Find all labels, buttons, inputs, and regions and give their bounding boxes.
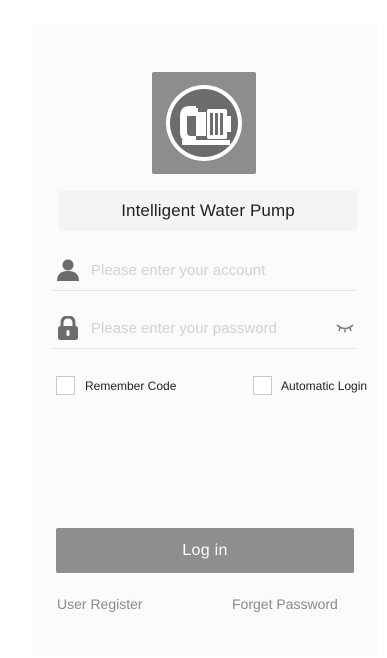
automatic-login-checkbox[interactable]: [253, 376, 272, 395]
water-pump-icon: [152, 72, 256, 174]
user-icon: [55, 257, 81, 283]
lock-icon: [55, 315, 81, 341]
account-field: [52, 250, 356, 291]
remember-code-label: Remember Code: [85, 378, 177, 393]
login-screen: Intelligent Water Pump Please enter your…: [0, 0, 387, 658]
remember-code-checkbox[interactable]: [56, 376, 75, 395]
app-title: Intelligent Water Pump: [121, 201, 295, 220]
password-input[interactable]: [91, 319, 311, 337]
user-register-link[interactable]: User Register: [57, 596, 143, 612]
forget-password-link[interactable]: Forget Password: [232, 596, 338, 612]
title-bar: Intelligent Water Pump: [59, 191, 357, 231]
account-input[interactable]: [91, 261, 311, 279]
eye-closed-icon[interactable]: [334, 318, 356, 338]
automatic-login-label: Automatic Login: [281, 378, 368, 393]
password-field: [52, 308, 356, 349]
login-button[interactable]: Log in: [56, 528, 354, 573]
automatic-login-option[interactable]: Automatic Login: [253, 376, 367, 395]
remember-code-option[interactable]: Remember Code: [56, 376, 176, 395]
